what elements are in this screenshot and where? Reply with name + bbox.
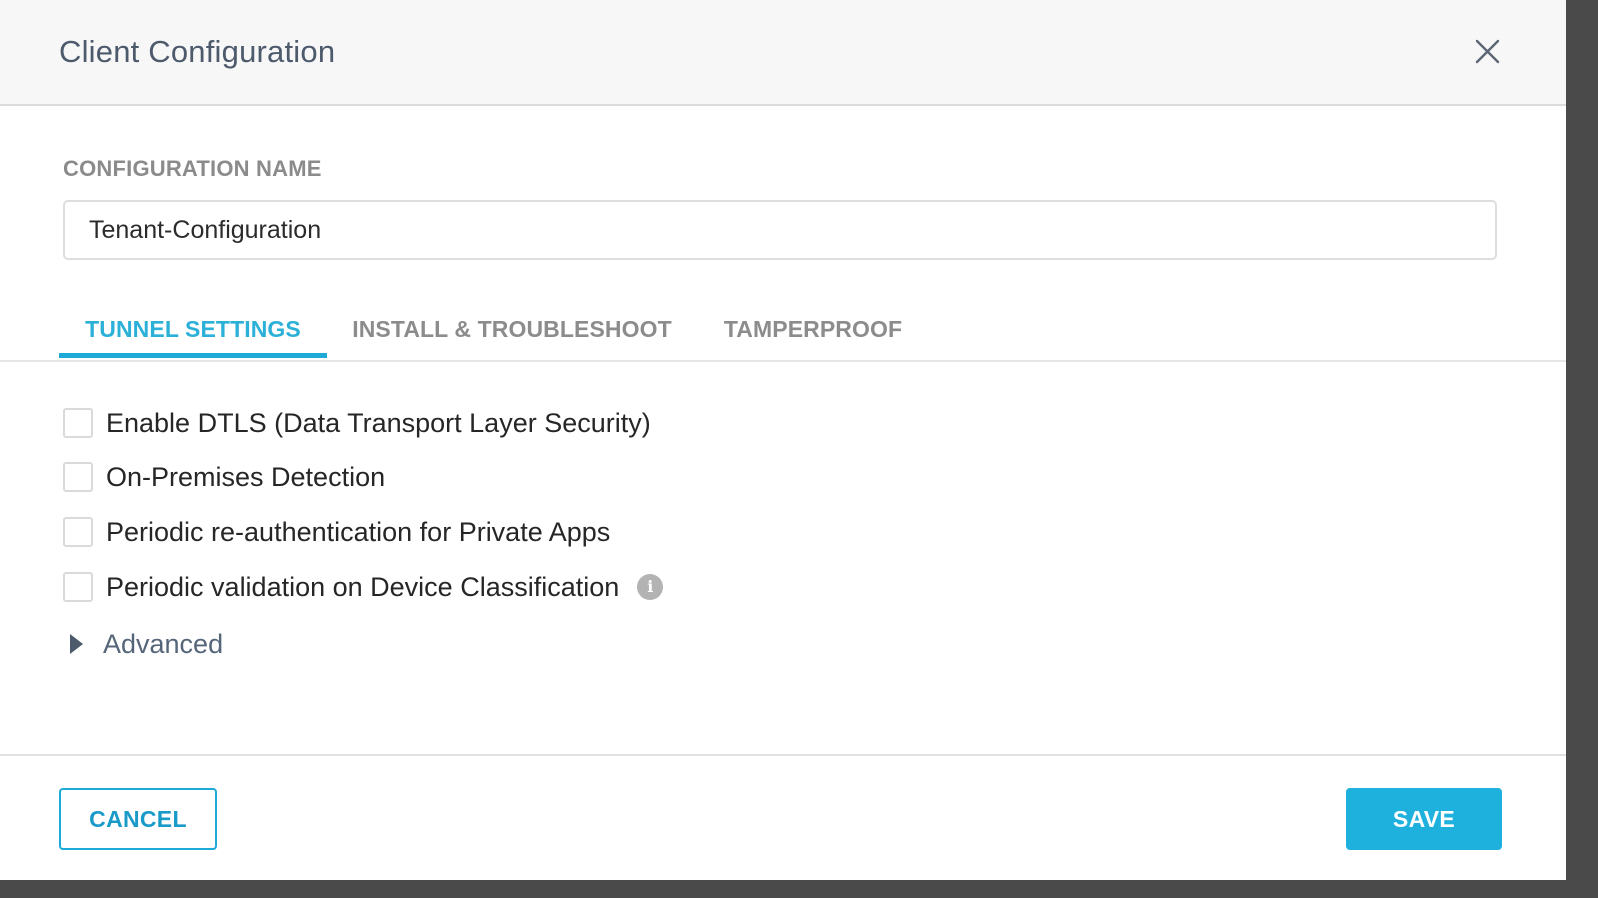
configuration-name-label: CONFIGURATION NAME — [63, 156, 322, 181]
option-label: Periodic re-authentication for Private A… — [106, 516, 611, 547]
option-on-premises-detection: On-Premises Detection — [63, 461, 385, 493]
tab-bar: TUNNEL SETTINGS INSTALL & TROUBLESHOOT T… — [0, 300, 1566, 362]
dialog-header: Client Configuration — [0, 0, 1566, 106]
close-icon — [1475, 39, 1500, 64]
configuration-name-input[interactable] — [63, 200, 1497, 260]
client-configuration-dialog: Client Configuration CONFIGURATION NAME … — [0, 0, 1566, 880]
close-button[interactable] — [1468, 33, 1506, 71]
save-button[interactable]: SAVE — [1346, 788, 1502, 850]
footer-divider — [0, 754, 1566, 756]
option-enable-dtls: Enable DTLS (Data Transport Layer Securi… — [63, 407, 651, 439]
cancel-button[interactable]: CANCEL — [59, 788, 217, 850]
info-icon[interactable]: i — [637, 574, 664, 600]
caret-right-icon — [70, 634, 83, 654]
dialog-title: Client Configuration — [59, 34, 336, 69]
advanced-label: Advanced — [103, 628, 224, 659]
option-periodic-validation: Periodic validation on Device Classifica… — [63, 571, 664, 603]
option-periodic-reauthentication: Periodic re-authentication for Private A… — [63, 516, 610, 548]
advanced-toggle[interactable]: Advanced — [70, 626, 223, 662]
periodic-reauthentication-checkbox[interactable] — [63, 517, 93, 547]
tab-install-troubleshoot[interactable]: INSTALL & TROUBLESHOOT — [340, 300, 684, 358]
tab-tamperproof[interactable]: TAMPERPROOF — [700, 300, 926, 358]
option-label: Periodic validation on Device Classifica… — [106, 571, 620, 602]
enable-dtls-checkbox[interactable] — [63, 408, 93, 438]
option-label: On-Premises Detection — [106, 461, 386, 492]
option-label: Enable DTLS (Data Transport Layer Securi… — [106, 407, 651, 438]
on-premises-detection-checkbox[interactable] — [63, 462, 93, 492]
tab-tunnel-settings[interactable]: TUNNEL SETTINGS — [59, 300, 327, 358]
periodic-validation-checkbox[interactable] — [63, 572, 93, 602]
